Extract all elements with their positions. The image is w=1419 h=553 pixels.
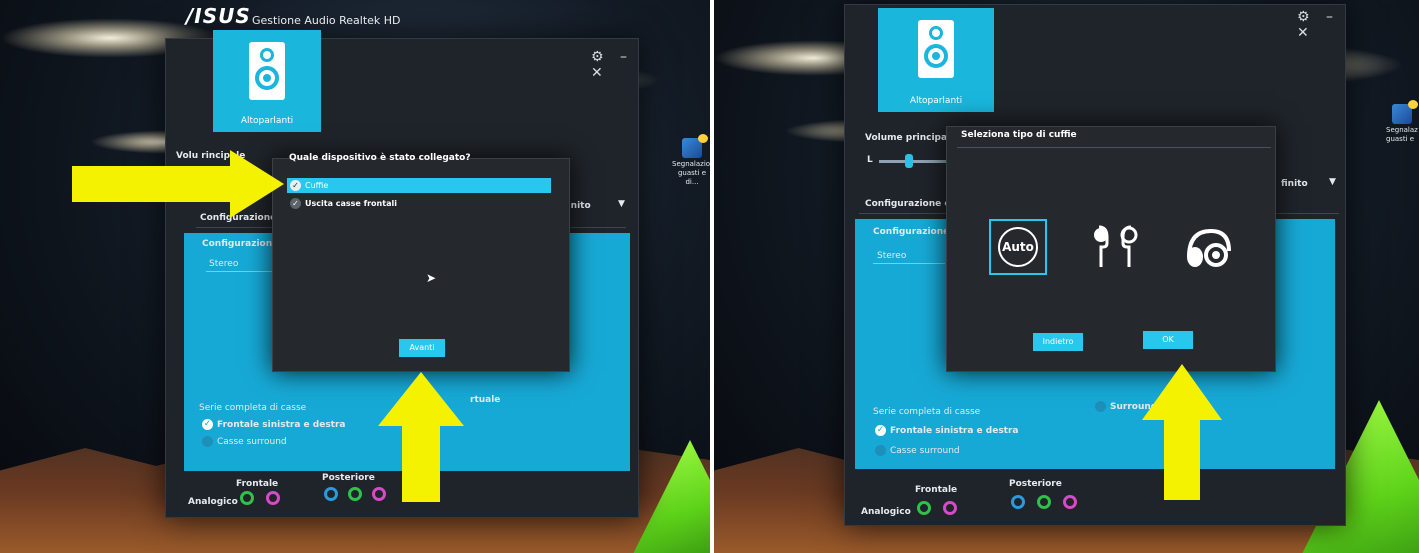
desktop-icon-troubleshoot[interactable]: Segnalaz guasti e (1386, 100, 1419, 144)
config-select[interactable]: Stereo (877, 251, 906, 261)
ok-button[interactable]: OK (1143, 331, 1193, 349)
jack-rear-green-icon[interactable] (1037, 495, 1051, 509)
rear-jacks-label: Posteriore (322, 473, 375, 483)
left-photo: ⚙ – ✕ Volu rincipale Configurazione cas … (0, 0, 710, 553)
option-headphones[interactable]: ✓ Cuffie (287, 178, 551, 193)
headphones-icon (1187, 228, 1231, 267)
dialog-title: Seleziona tipo di cuffie (961, 130, 1077, 140)
desktop-icon-troubleshoot[interactable]: Segnalazioni guasti e di... (672, 134, 710, 187)
full-range-title: Serie completa di casse (199, 403, 307, 413)
earbuds-icon (1094, 225, 1138, 267)
front-jacks-label: Frontale (236, 479, 279, 489)
front-jacks-label: Frontale (915, 485, 958, 495)
volume-l-label: L (867, 155, 873, 165)
front-lr-checkbox[interactable]: ✓ Frontale sinistra e destra (875, 425, 1019, 436)
jack-rear-green-icon[interactable] (348, 487, 362, 501)
analog-label: Analogico (188, 497, 238, 507)
device-dialog: Quale dispositivo è stato collegato? ✓ Cu… (272, 153, 570, 372)
earbuds-option[interactable] (1091, 223, 1139, 273)
dropdown-value[interactable]: finito (1281, 179, 1308, 189)
speaker-device-tile[interactable]: Altoparlanti (878, 8, 994, 112)
mouse-cursor-icon: ➤ (426, 271, 437, 285)
check-icon: ✓ (290, 198, 301, 209)
check-icon: ✓ (290, 180, 301, 191)
full-range-title: Serie completa di casse (873, 407, 981, 417)
surround-speakers-checkbox[interactable]: Casse surround (202, 436, 287, 447)
radio-icon (875, 445, 886, 456)
check-icon: ✓ (875, 425, 886, 436)
surround-speakers-checkbox[interactable]: Casse surround (875, 445, 960, 456)
arrow-up-indicator (378, 372, 464, 502)
speaker-icon (249, 42, 285, 100)
window-controls[interactable]: ⚙ – ✕ (591, 49, 638, 81)
option-front-speakers[interactable]: ✓ Uscita casse frontali (287, 196, 551, 211)
troubleshoot-icon (1392, 100, 1418, 124)
right-photo: ⚙ – ✕ Volume principale L Configurazione… (714, 0, 1419, 553)
auto-option[interactable]: Auto (989, 219, 1047, 275)
arrow-up-indicator (1142, 364, 1222, 500)
dropdown-arrow-icon[interactable]: ▼ (1329, 177, 1336, 187)
back-button[interactable]: Indietro (1033, 333, 1083, 351)
dialog-title: Quale dispositivo è stato collegato? (289, 153, 471, 163)
auto-icon: Auto (998, 227, 1038, 267)
jack-front-green-icon[interactable] (240, 491, 254, 505)
jack-front-green-icon[interactable] (917, 501, 931, 515)
window-controls[interactable]: ⚙ – ✕ (1297, 9, 1345, 41)
jack-front-pink-icon[interactable] (266, 491, 280, 505)
radio-icon (202, 436, 213, 447)
volume-slider[interactable] (879, 160, 949, 163)
analog-label: Analogico (861, 507, 911, 517)
config-header: Configurazione c (873, 227, 958, 237)
speaker-device-tile[interactable]: Altoparlanti (213, 30, 321, 132)
config-select[interactable]: Stereo (209, 259, 238, 269)
virtual-surround-label: rtuale (470, 395, 501, 405)
jack-front-pink-icon[interactable] (943, 501, 957, 515)
arrow-right-indicator (72, 150, 284, 218)
next-button[interactable]: Avanti (399, 339, 445, 357)
radio-icon (1095, 401, 1106, 412)
rear-jacks-label: Posteriore (1009, 479, 1062, 489)
asus-logo: /ISUS (186, 4, 251, 28)
jack-rear-blue-icon[interactable] (1011, 495, 1025, 509)
troubleshoot-icon (682, 134, 708, 158)
volume-label: Volume principale (865, 133, 957, 143)
dropdown-arrow-icon[interactable]: ▼ (618, 199, 625, 209)
front-lr-checkbox[interactable]: ✓ Frontale sinistra e destra (202, 419, 346, 430)
check-icon: ✓ (202, 419, 213, 430)
jack-rear-blue-icon[interactable] (324, 487, 338, 501)
headphone-type-dialog: Seleziona tipo di cuffie Auto Indietro O… (946, 126, 1276, 372)
speaker-icon (918, 20, 954, 78)
app-title: Gestione Audio Realtek HD (252, 14, 401, 27)
jack-rear-pink-icon[interactable] (1063, 495, 1077, 509)
volume-slider-knob[interactable] (905, 154, 913, 168)
headphones-option[interactable] (1183, 227, 1231, 271)
